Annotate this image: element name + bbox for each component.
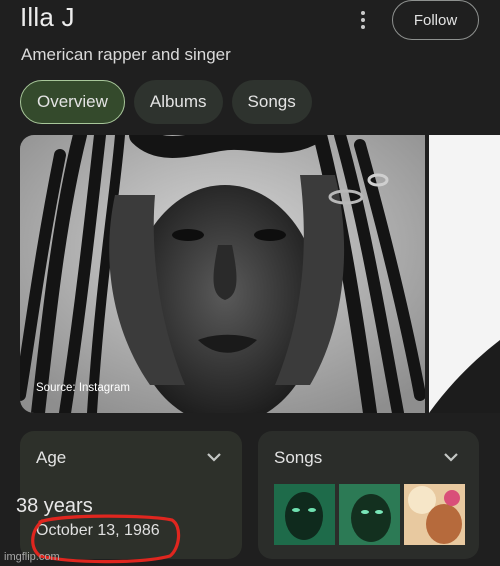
tab-albums[interactable]: Albums — [133, 80, 223, 124]
age-label: Age — [36, 448, 67, 467]
tab-overview[interactable]: Overview — [20, 80, 125, 124]
entity-subtitle: American rapper and singer — [21, 45, 231, 64]
song-thumbnail[interactable] — [274, 484, 335, 545]
page-title: Illa J — [20, 2, 75, 32]
song-thumbnail[interactable] — [404, 484, 465, 545]
image-source-caption: Source: Instagram — [36, 382, 130, 394]
chevron-down-icon[interactable] — [206, 450, 222, 464]
tab-bar: Overview Albums Songs — [20, 80, 312, 124]
watermark-text: imgflip.com — [4, 551, 60, 563]
song-thumbnails — [274, 484, 465, 545]
songs-label: Songs — [274, 448, 323, 467]
artist-photo[interactable]: Source: Instagram — [20, 135, 425, 413]
birth-date: October 13, 1986 — [36, 522, 160, 539]
songs-card[interactable]: Songs — [258, 431, 479, 559]
follow-button[interactable]: Follow — [392, 0, 479, 40]
secondary-photo-image — [429, 135, 500, 413]
artist-portrait-image — [20, 135, 425, 413]
song-thumbnail[interactable] — [339, 484, 400, 545]
tab-songs[interactable]: Songs — [231, 80, 312, 124]
secondary-photo[interactable] — [429, 135, 500, 413]
more-options-icon[interactable] — [352, 8, 374, 32]
age-value: 38 years — [16, 495, 93, 517]
chevron-down-icon[interactable] — [443, 450, 459, 464]
